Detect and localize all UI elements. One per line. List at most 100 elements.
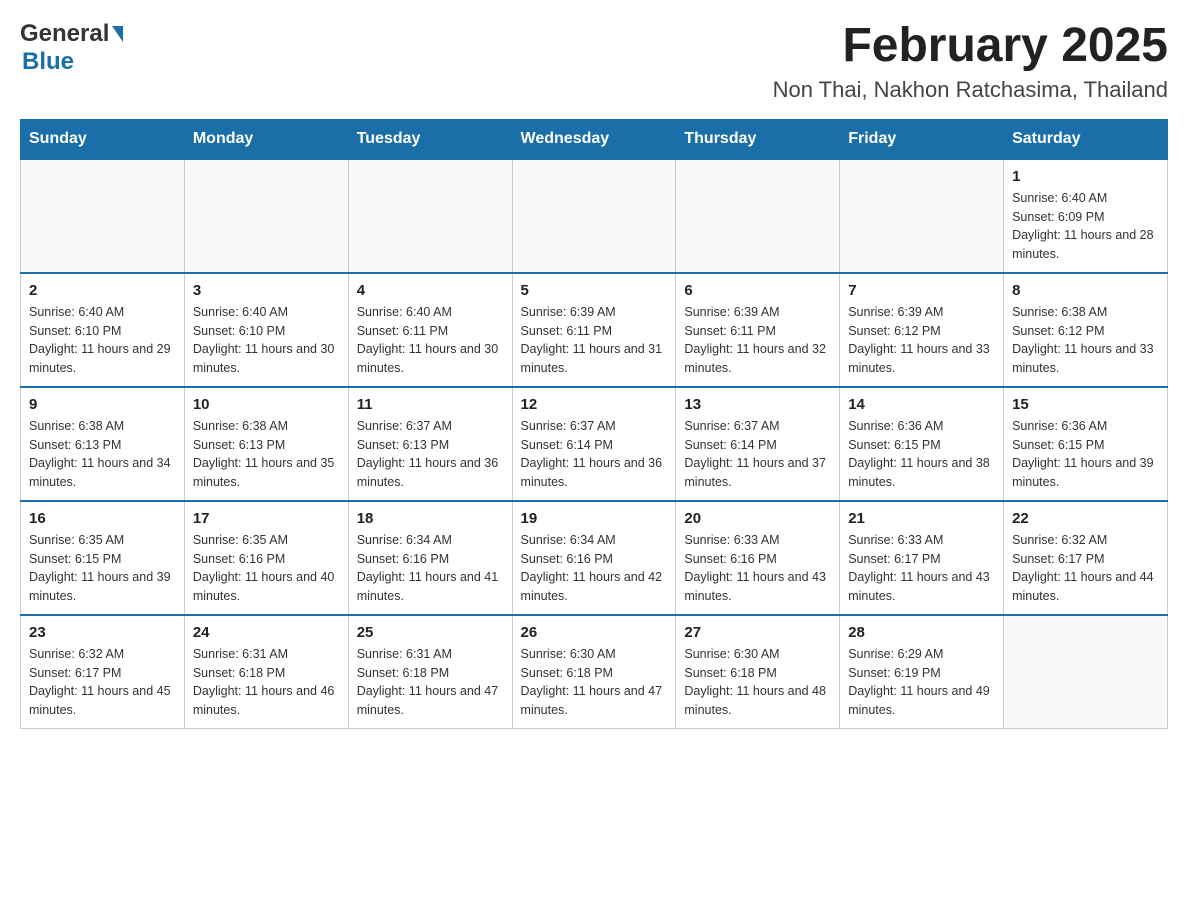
day-number: 28: [848, 624, 995, 641]
day-info: Sunrise: 6:32 AMSunset: 6:17 PMDaylight:…: [29, 645, 176, 720]
header-day-thursday: Thursday: [676, 119, 840, 159]
title-block: February 2025 Non Thai, Nakhon Ratchasim…: [773, 20, 1168, 103]
day-number: 26: [521, 624, 668, 641]
day-info: Sunrise: 6:40 AMSunset: 6:10 PMDaylight:…: [193, 303, 340, 378]
day-number: 8: [1012, 282, 1159, 299]
day-info: Sunrise: 6:33 AMSunset: 6:16 PMDaylight:…: [684, 531, 831, 606]
day-info: Sunrise: 6:29 AMSunset: 6:19 PMDaylight:…: [848, 645, 995, 720]
calendar-cell: 13 Sunrise: 6:37 AMSunset: 6:14 PMDayligh…: [676, 387, 840, 501]
calendar-body: 1 Sunrise: 6:40 AMSunset: 6:09 PMDaylight…: [21, 159, 1168, 729]
calendar-cell: 18 Sunrise: 6:34 AMSunset: 6:16 PMDayligh…: [348, 501, 512, 615]
day-info: Sunrise: 6:38 AMSunset: 6:12 PMDaylight:…: [1012, 303, 1159, 378]
calendar-cell: 14 Sunrise: 6:36 AMSunset: 6:15 PMDayligh…: [840, 387, 1004, 501]
header-day-wednesday: Wednesday: [512, 119, 676, 159]
day-info: Sunrise: 6:40 AMSunset: 6:09 PMDaylight:…: [1012, 189, 1159, 264]
header-day-tuesday: Tuesday: [348, 119, 512, 159]
calendar-cell: [676, 159, 840, 273]
calendar-cell: 7 Sunrise: 6:39 AMSunset: 6:12 PMDaylight…: [840, 273, 1004, 387]
calendar-cell: 4 Sunrise: 6:40 AMSunset: 6:11 PMDaylight…: [348, 273, 512, 387]
calendar-cell: 25 Sunrise: 6:31 AMSunset: 6:18 PMDayligh…: [348, 615, 512, 729]
day-number: 14: [848, 396, 995, 413]
day-info: Sunrise: 6:37 AMSunset: 6:13 PMDaylight:…: [357, 417, 504, 492]
day-info: Sunrise: 6:37 AMSunset: 6:14 PMDaylight:…: [684, 417, 831, 492]
day-number: 17: [193, 510, 340, 527]
day-number: 20: [684, 510, 831, 527]
day-number: 4: [357, 282, 504, 299]
day-info: Sunrise: 6:38 AMSunset: 6:13 PMDaylight:…: [29, 417, 176, 492]
calendar-cell: 6 Sunrise: 6:39 AMSunset: 6:11 PMDaylight…: [676, 273, 840, 387]
day-number: 9: [29, 396, 176, 413]
day-info: Sunrise: 6:35 AMSunset: 6:16 PMDaylight:…: [193, 531, 340, 606]
day-number: 6: [684, 282, 831, 299]
calendar-table: SundayMondayTuesdayWednesdayThursdayFrid…: [20, 119, 1168, 729]
calendar-cell: 16 Sunrise: 6:35 AMSunset: 6:15 PMDayligh…: [21, 501, 185, 615]
day-number: 12: [521, 396, 668, 413]
calendar-cell: [512, 159, 676, 273]
calendar-cell: 27 Sunrise: 6:30 AMSunset: 6:18 PMDayligh…: [676, 615, 840, 729]
day-number: 22: [1012, 510, 1159, 527]
day-info: Sunrise: 6:36 AMSunset: 6:15 PMDaylight:…: [848, 417, 995, 492]
calendar-cell: 5Sunrise: 6:39 AMSunset: 6:11 PMDaylight…: [512, 273, 676, 387]
calendar-cell: 2 Sunrise: 6:40 AMSunset: 6:10 PMDaylight…: [21, 273, 185, 387]
header-day-friday: Friday: [840, 119, 1004, 159]
day-info: Sunrise: 6:39 AMSunset: 6:12 PMDaylight:…: [848, 303, 995, 378]
calendar-cell: [1004, 615, 1168, 729]
day-info: Sunrise: 6:32 AMSunset: 6:17 PMDaylight:…: [1012, 531, 1159, 606]
day-number: 5: [521, 282, 668, 299]
calendar-cell: 12 Sunrise: 6:37 AMSunset: 6:14 PMDayligh…: [512, 387, 676, 501]
day-number: 25: [357, 624, 504, 641]
calendar-cell: 21 Sunrise: 6:33 AMSunset: 6:17 PMDayligh…: [840, 501, 1004, 615]
calendar-cell: [184, 159, 348, 273]
day-info: Sunrise: 6:37 AMSunset: 6:14 PMDaylight:…: [521, 417, 668, 492]
header-day-sunday: Sunday: [21, 119, 185, 159]
day-info: Sunrise: 6:31 AMSunset: 6:18 PMDaylight:…: [193, 645, 340, 720]
day-number: 24: [193, 624, 340, 641]
day-info: Sunrise: 6:35 AMSunset: 6:15 PMDaylight:…: [29, 531, 176, 606]
day-number: 21: [848, 510, 995, 527]
calendar-cell: 24 Sunrise: 6:31 AMSunset: 6:18 PMDayligh…: [184, 615, 348, 729]
day-number: 27: [684, 624, 831, 641]
header-day-saturday: Saturday: [1004, 119, 1168, 159]
day-number: 3: [193, 282, 340, 299]
header-day-monday: Monday: [184, 119, 348, 159]
day-info: Sunrise: 6:34 AMSunset: 6:16 PMDaylight:…: [521, 531, 668, 606]
calendar-cell: 22 Sunrise: 6:32 AMSunset: 6:17 PMDayligh…: [1004, 501, 1168, 615]
day-info: Sunrise: 6:34 AMSunset: 6:16 PMDaylight:…: [357, 531, 504, 606]
week-row-3: 16 Sunrise: 6:35 AMSunset: 6:15 PMDayligh…: [21, 501, 1168, 615]
calendar-cell: 10Sunrise: 6:38 AMSunset: 6:13 PMDayligh…: [184, 387, 348, 501]
week-row-2: 9 Sunrise: 6:38 AMSunset: 6:13 PMDaylight…: [21, 387, 1168, 501]
day-number: 2: [29, 282, 176, 299]
day-info: Sunrise: 6:31 AMSunset: 6:18 PMDaylight:…: [357, 645, 504, 720]
day-number: 1: [1012, 168, 1159, 185]
day-info: Sunrise: 6:33 AMSunset: 6:17 PMDaylight:…: [848, 531, 995, 606]
calendar-cell: 17 Sunrise: 6:35 AMSunset: 6:16 PMDayligh…: [184, 501, 348, 615]
day-number: 7: [848, 282, 995, 299]
page-header: General Blue February 2025 Non Thai, Nak…: [20, 20, 1168, 103]
day-number: 16: [29, 510, 176, 527]
logo-blue-text: Blue: [22, 48, 74, 75]
calendar-cell: 28 Sunrise: 6:29 AMSunset: 6:19 PMDayligh…: [840, 615, 1004, 729]
day-info: Sunrise: 6:40 AMSunset: 6:11 PMDaylight:…: [357, 303, 504, 378]
week-row-0: 1 Sunrise: 6:40 AMSunset: 6:09 PMDaylight…: [21, 159, 1168, 273]
calendar-cell: 9 Sunrise: 6:38 AMSunset: 6:13 PMDaylight…: [21, 387, 185, 501]
calendar-cell: 26 Sunrise: 6:30 AMSunset: 6:18 PMDayligh…: [512, 615, 676, 729]
day-number: 23: [29, 624, 176, 641]
day-number: 18: [357, 510, 504, 527]
calendar-cell: [348, 159, 512, 273]
calendar-header-row: SundayMondayTuesdayWednesdayThursdayFrid…: [21, 119, 1168, 159]
logo-general-text: General: [20, 20, 109, 48]
calendar-cell: 3 Sunrise: 6:40 AMSunset: 6:10 PMDaylight…: [184, 273, 348, 387]
calendar-cell: 23 Sunrise: 6:32 AMSunset: 6:17 PMDayligh…: [21, 615, 185, 729]
week-row-4: 23 Sunrise: 6:32 AMSunset: 6:17 PMDayligh…: [21, 615, 1168, 729]
logo: General Blue: [20, 20, 123, 76]
day-info: Sunrise: 6:39 AMSunset: 6:11 PMDaylight:…: [684, 303, 831, 378]
page-subtitle: Non Thai, Nakhon Ratchasima, Thailand: [773, 77, 1168, 103]
day-info: Sunrise: 6:30 AMSunset: 6:18 PMDaylight:…: [684, 645, 831, 720]
day-number: 19: [521, 510, 668, 527]
day-info: Sunrise: 6:40 AMSunset: 6:10 PMDaylight:…: [29, 303, 176, 378]
day-info: Sunrise: 6:30 AMSunset: 6:18 PMDaylight:…: [521, 645, 668, 720]
day-number: 13: [684, 396, 831, 413]
calendar-cell: 15Sunrise: 6:36 AMSunset: 6:15 PMDayligh…: [1004, 387, 1168, 501]
logo-arrow-icon: [112, 26, 123, 42]
day-info: Sunrise: 6:36 AMSunset: 6:15 PMDaylight:…: [1012, 417, 1159, 492]
